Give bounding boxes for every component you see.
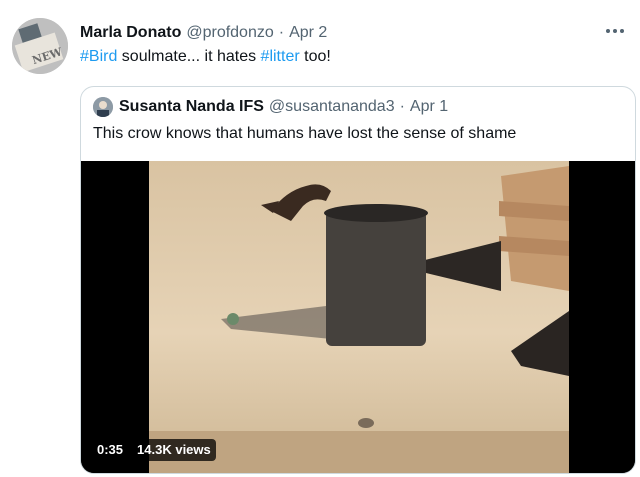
more-horizontal-icon[interactable]: [602, 18, 628, 44]
author-display-name[interactable]: Marla Donato: [80, 24, 181, 42]
video-views-badge: 14.3K views: [132, 439, 216, 461]
quoted-tweet-text: This crow knows that humans have lost th…: [93, 125, 517, 142]
quoted-author-handle: @susantananda3: [268, 98, 395, 115]
quoted-author-display-name: Susanta Nanda IFS: [119, 98, 264, 115]
separator-dot: ·: [399, 98, 405, 115]
quoted-tweet-header: Susanta Nanda IFS @susantananda3 · Apr 1: [93, 97, 448, 117]
video-player[interactable]: 0:35 14.3K views: [81, 161, 635, 473]
tweet-header: Marla Donato @profdonzo · Apr 2: [80, 22, 626, 44]
hashtag-litter-link[interactable]: #litter: [261, 48, 300, 65]
quoted-author-avatar: [93, 97, 113, 117]
video-duration-badge: 0:35: [92, 439, 129, 461]
tweet-card[interactable]: NEW Marla Donato @profdonzo · Apr 2 #Bir…: [0, 0, 640, 477]
quoted-tweet[interactable]: Susanta Nanda IFS @susantananda3 · Apr 1…: [80, 86, 636, 474]
video-badges: 0:35 14.3K views: [92, 439, 216, 461]
quoted-tweet-date: Apr 1: [409, 98, 449, 115]
author-avatar[interactable]: NEW: [12, 18, 68, 74]
tweet-text-segment: too!: [299, 48, 331, 65]
tweet-text-segment: soulmate... it hates: [117, 48, 261, 65]
tweet-date[interactable]: Apr 2: [289, 24, 327, 42]
hashtag-bird-link[interactable]: #Bird: [80, 48, 117, 65]
tweet-text: #Bird soulmate... it hates #litter too!: [80, 48, 331, 66]
video-frame: [81, 161, 635, 473]
separator-dot: ·: [278, 24, 285, 41]
author-handle[interactable]: @profdonzo: [186, 24, 273, 42]
